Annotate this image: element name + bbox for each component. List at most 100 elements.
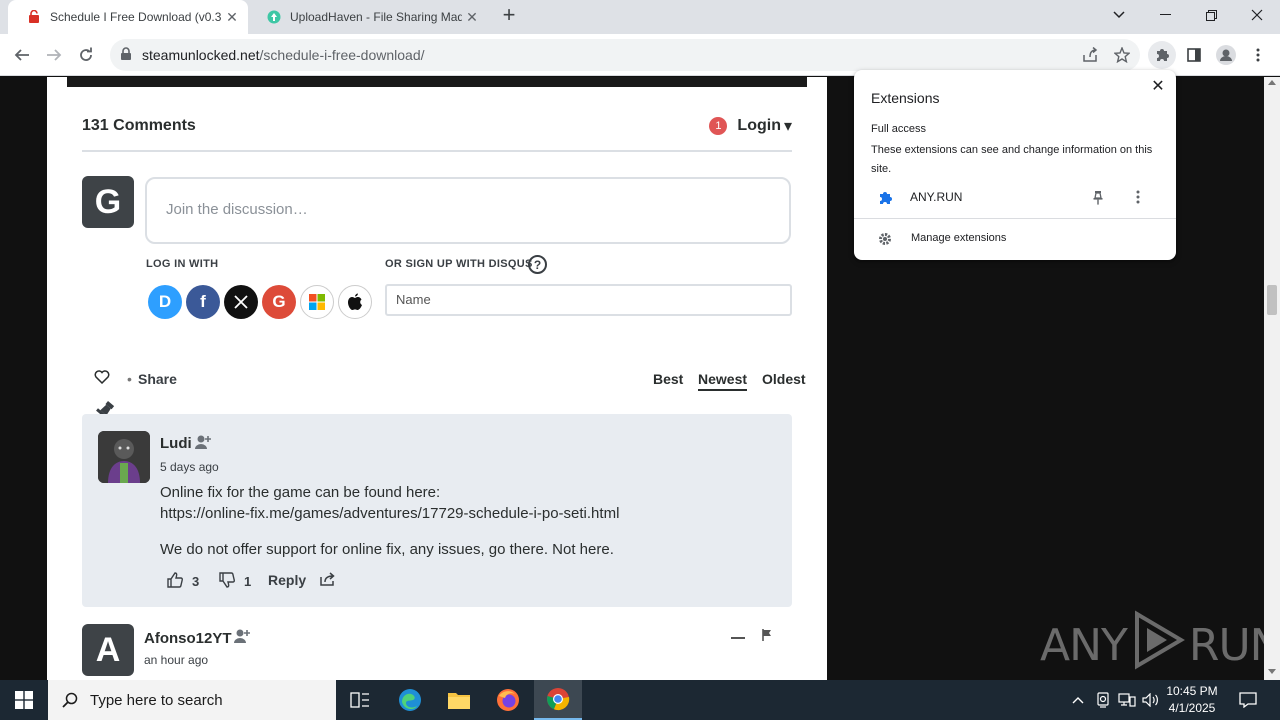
extension-item-anyrun[interactable]: ANY.RUN xyxy=(854,187,1176,209)
chrome-icon[interactable] xyxy=(534,680,582,720)
comment-timestamp[interactable]: an hour ago xyxy=(144,653,208,667)
edge-browser-icon[interactable] xyxy=(386,680,434,720)
watermark-text-left: ANY xyxy=(1040,620,1128,671)
apple-login-icon[interactable] xyxy=(338,285,372,319)
side-panel-icon[interactable] xyxy=(1180,41,1208,69)
ludi-avatar[interactable] xyxy=(98,431,150,483)
sign-up-label: OR SIGN UP WITH DISQUS xyxy=(385,258,533,270)
notifications-icon[interactable] xyxy=(1234,680,1262,720)
system-clock[interactable]: 10:45 PM 4/1/2025 xyxy=(1160,683,1224,717)
file-explorer-icon[interactable] xyxy=(435,680,483,720)
comment-author[interactable]: Ludi xyxy=(160,435,192,452)
play-logo-icon xyxy=(1131,610,1185,680)
microsoft-login-icon[interactable] xyxy=(300,285,334,319)
reply-button[interactable]: Reply xyxy=(268,572,306,588)
help-icon[interactable]: ? xyxy=(528,255,547,274)
comment-timestamp[interactable]: 5 days ago xyxy=(160,460,219,474)
thumbs-up-icon[interactable] xyxy=(166,571,184,592)
close-popup-icon[interactable]: ✕ xyxy=(1148,77,1168,97)
header-divider xyxy=(82,150,792,152)
sort-newest[interactable]: Newest xyxy=(698,371,748,391)
disqus-login-icon[interactable]: D xyxy=(148,285,182,319)
page-scrollbar[interactable] xyxy=(1264,77,1280,680)
tab-strip: Schedule I Free Download (v0.3.3 ✕ Uploa… xyxy=(0,0,1280,34)
restore-button[interactable] xyxy=(1188,0,1234,30)
notification-badge[interactable]: 1 xyxy=(709,117,728,135)
start-button[interactable] xyxy=(0,680,48,720)
share-button[interactable]: Share xyxy=(138,371,177,387)
heart-icon[interactable] xyxy=(94,370,110,387)
tab-schedule-download[interactable]: Schedule I Free Download (v0.3.3 ✕ xyxy=(8,0,248,34)
forward-button[interactable] xyxy=(40,41,68,69)
profile-avatar-icon[interactable] xyxy=(1212,41,1240,69)
bookmark-star-icon[interactable] xyxy=(1112,45,1132,65)
extension-name[interactable]: ANY.RUN xyxy=(910,190,962,204)
upvote-button[interactable]: 3 xyxy=(166,571,199,592)
dark-strip xyxy=(67,77,807,87)
comment-link[interactable]: https://online-fix.me/games/adventures/1… xyxy=(160,505,619,522)
follow-user-icon[interactable] xyxy=(194,434,212,455)
login-label[interactable]: Login xyxy=(737,117,781,135)
pin-extension-icon[interactable] xyxy=(1092,190,1104,211)
log-in-with-label: LOG IN WITH xyxy=(146,258,219,270)
comments-container: 131 Comments 1 Login ▾ G Join the discus… xyxy=(47,77,827,680)
x-login-icon[interactable] xyxy=(224,285,258,319)
login-menu[interactable]: 1 Login ▾ xyxy=(709,116,792,136)
network-icon[interactable] xyxy=(1116,680,1138,720)
search-placeholder: Type here to search xyxy=(90,691,223,709)
uploadhaven-favicon-icon xyxy=(266,9,282,25)
scrollbar-thumb[interactable] xyxy=(1267,285,1277,315)
extensions-puzzle-icon[interactable] xyxy=(1148,41,1176,69)
tab-search-chevron-icon[interactable] xyxy=(1096,0,1142,30)
firefox-icon[interactable] xyxy=(484,680,532,720)
lock-icon[interactable] xyxy=(120,47,132,66)
browser-menu-kebab-icon[interactable] xyxy=(1244,41,1272,69)
comment-text-line: We do not offer support for online fix, … xyxy=(160,541,614,558)
windows-taskbar: Type here to search 10:45 PM 4/1/2025 xyxy=(0,680,1280,720)
downvote-button[interactable]: 1 xyxy=(218,571,251,592)
share-comment-icon[interactable] xyxy=(320,572,336,591)
flag-icon[interactable] xyxy=(761,628,773,647)
reload-button[interactable] xyxy=(72,41,100,69)
task-view-icon[interactable] xyxy=(336,680,384,720)
extension-more-kebab-icon[interactable] xyxy=(1136,190,1140,209)
follow-user-icon[interactable] xyxy=(233,628,251,649)
anyrun-watermark: ANY RUN xyxy=(1040,610,1264,680)
tab-close-icon[interactable]: ✕ xyxy=(224,9,240,25)
minimize-button[interactable] xyxy=(1142,0,1188,30)
scroll-up-arrow-icon[interactable] xyxy=(1268,80,1276,85)
volume-icon[interactable] xyxy=(1140,680,1162,720)
url-text: steamunlocked.net/schedule-i-free-downlo… xyxy=(142,47,425,63)
search-icon xyxy=(62,692,78,708)
discussion-actions: • Share Best Newest Oldest xyxy=(82,367,806,391)
close-window-button[interactable] xyxy=(1234,0,1280,30)
name-field[interactable]: Name xyxy=(385,284,792,316)
share-page-icon[interactable] xyxy=(1080,45,1100,65)
scroll-down-arrow-icon[interactable] xyxy=(1268,669,1276,674)
show-hidden-icons-chevron-icon[interactable] xyxy=(1068,680,1088,720)
afonso-avatar[interactable]: A xyxy=(82,624,134,676)
facebook-login-icon[interactable]: f xyxy=(186,285,220,319)
popup-title: Extensions xyxy=(871,90,940,106)
extensions-popup: Extensions ✕ Full access These extension… xyxy=(854,70,1176,260)
upvote-count: 3 xyxy=(192,574,200,589)
collapse-comment-icon[interactable] xyxy=(731,637,745,639)
taskbar-search[interactable]: Type here to search xyxy=(48,680,336,720)
tab-title: Schedule I Free Download (v0.3.3 xyxy=(50,10,222,24)
pinned-comment: Ludi 5 days ago Online fix for the game … xyxy=(82,414,792,607)
puzzle-piece-icon xyxy=(877,190,893,211)
new-tab-button[interactable]: + xyxy=(498,4,520,27)
meet-now-icon[interactable] xyxy=(1092,680,1114,720)
thumbs-down-icon[interactable] xyxy=(218,571,236,592)
google-login-icon[interactable]: G xyxy=(262,285,296,319)
tab-uploadhaven[interactable]: UploadHaven - File Sharing Mad ✕ xyxy=(248,0,488,34)
back-button[interactable] xyxy=(8,41,36,69)
full-access-description: These extensions can see and change info… xyxy=(871,144,1153,175)
sort-best[interactable]: Best xyxy=(653,371,683,387)
manage-extensions-link[interactable]: Manage extensions xyxy=(911,232,1006,244)
address-bar[interactable]: steamunlocked.net/schedule-i-free-downlo… xyxy=(110,39,1140,71)
compose-input[interactable]: Join the discussion… xyxy=(145,177,791,244)
tab-close-icon[interactable]: ✕ xyxy=(464,9,480,25)
sort-oldest[interactable]: Oldest xyxy=(762,371,806,387)
comment-author[interactable]: Afonso12YT xyxy=(144,630,232,647)
